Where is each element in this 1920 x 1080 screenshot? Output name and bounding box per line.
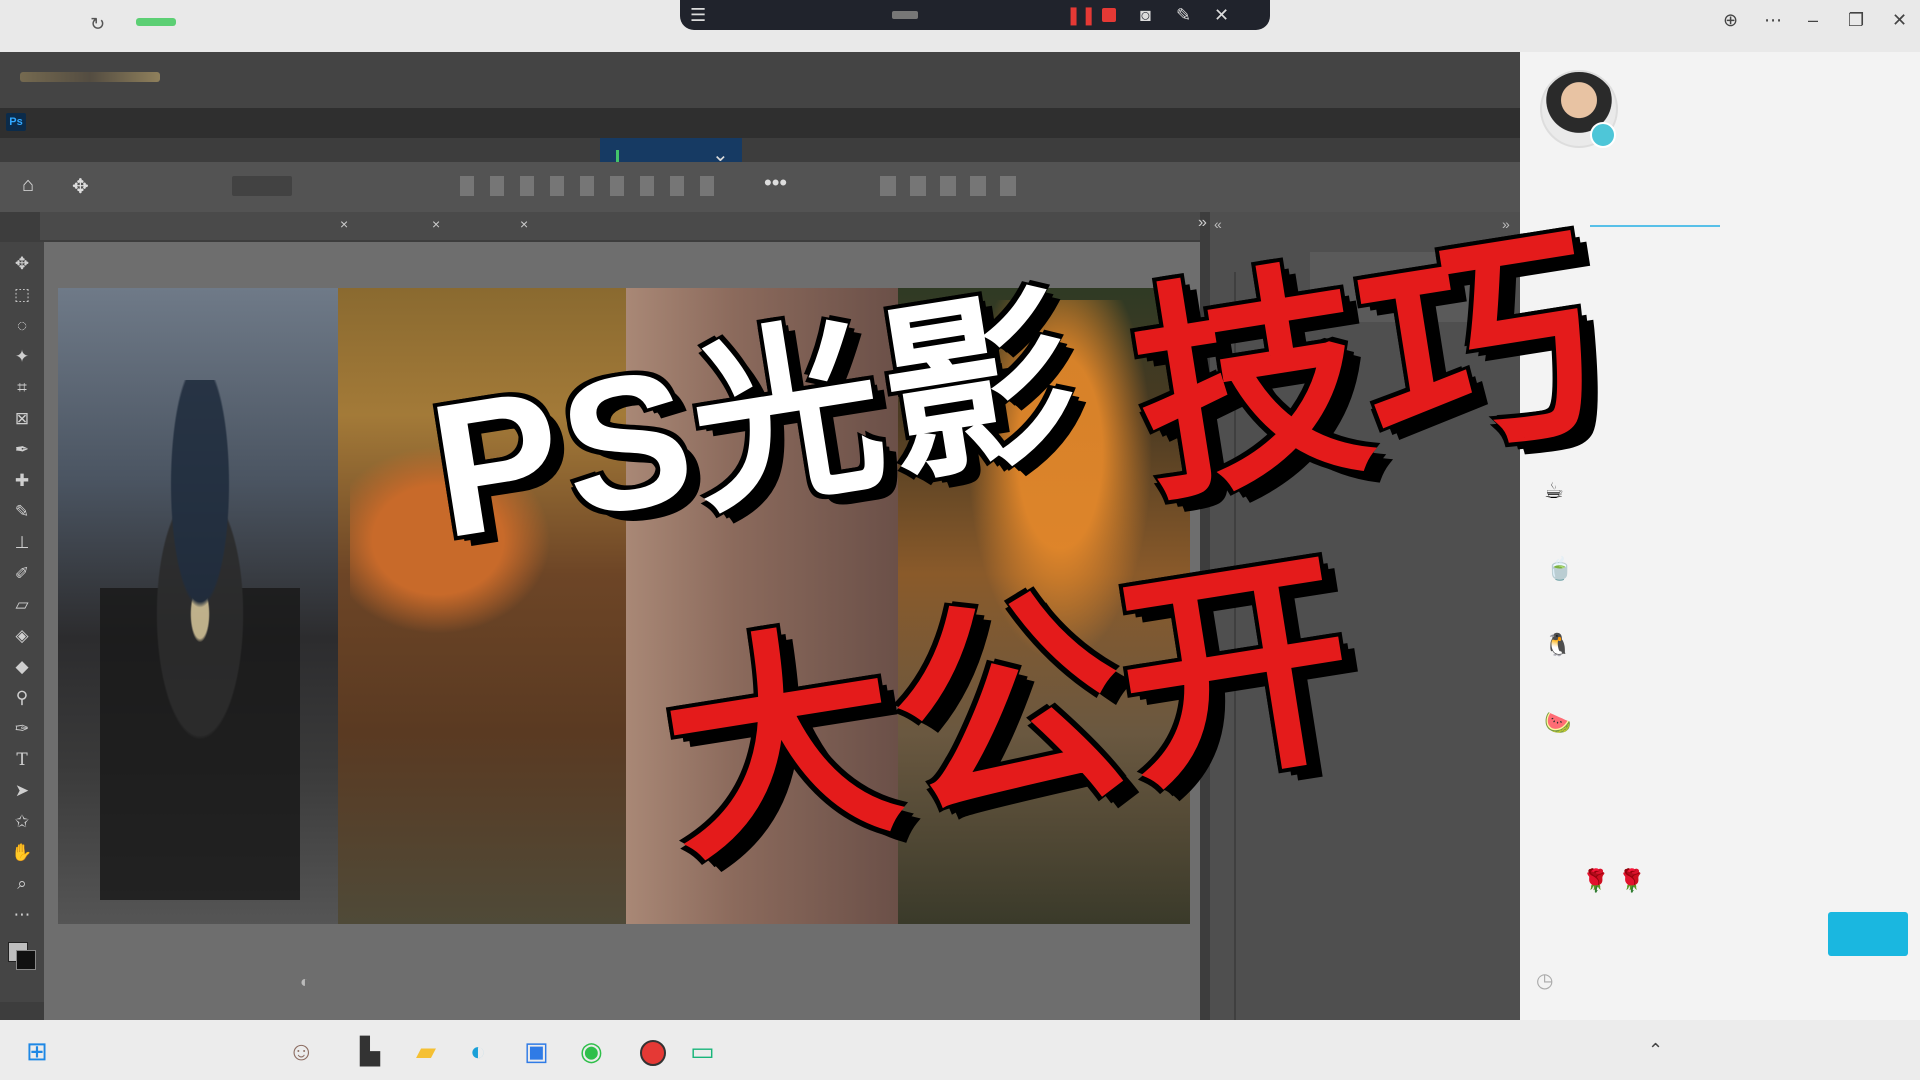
wechat-icon[interactable]: ◉ <box>580 1036 603 1066</box>
coffee-emoji-icon: ☕ <box>1544 478 1564 503</box>
tab-close-icon[interactable]: × <box>520 216 528 232</box>
rose-emoji-icon: 🌹 <box>1618 868 1646 893</box>
ps-options-bar: ⌂ ✥ ••• <box>0 162 1520 212</box>
tray-chevron-up-icon[interactable]: ⌃ <box>1648 1040 1663 1061</box>
pen-icon[interactable]: ✎ <box>1176 0 1191 30</box>
restore-icon[interactable]: ❐ <box>1848 10 1864 31</box>
recording-thumbnail <box>892 11 918 19</box>
chat-panel <box>1520 52 1920 1020</box>
ps-app-badge: Ps <box>6 113 26 131</box>
stop-icon[interactable] <box>1102 8 1116 22</box>
type-tool-icon[interactable]: T <box>8 748 36 772</box>
marquee-tool-icon[interactable]: ⬚ <box>8 283 36 307</box>
collapse-panel-icon[interactable]: » <box>1198 214 1207 232</box>
tab-close-icon[interactable]: × <box>432 216 440 232</box>
blur-tool-icon[interactable]: ◆ <box>8 655 36 679</box>
pen-tool-icon[interactable]: ✑ <box>8 717 36 741</box>
frame-tool-icon[interactable]: ⊠ <box>8 407 36 431</box>
ps-title-bar <box>0 52 1520 108</box>
panel-collapse-icon[interactable]: « <box>1214 216 1222 232</box>
ps-menu-bar: Ps <box>0 108 1520 138</box>
align-tools-icon[interactable] <box>460 176 730 196</box>
ps-toolbar: ✥ ⬚ ◌ ✦ ⌗ ⊠ ✒ ✚ ✎ ⊥ ✐ ▱ ◈ ◆ ⚲ ✑ T ➤ ✩ ✋ … <box>0 242 44 1002</box>
terminal-icon[interactable]: ▙ <box>360 1036 380 1066</box>
healing-brush-icon[interactable]: ✚ <box>8 469 36 493</box>
more-options-icon[interactable]: ⋯ <box>1764 10 1782 31</box>
eraser-icon[interactable]: ▱ <box>8 593 36 617</box>
window-close-icon[interactable]: ✕ <box>1892 10 1907 31</box>
screen-share-icon[interactable]: ▭ <box>690 1036 715 1066</box>
user-app-icon[interactable]: ☺ <box>288 1036 315 1066</box>
move-tool-icon[interactable]: ✥ <box>8 252 36 276</box>
minimize-icon[interactable]: – <box>1808 10 1818 31</box>
more-options-dots-icon[interactable]: ••• <box>764 170 787 196</box>
camera-icon[interactable]: ◙ <box>1140 0 1151 30</box>
windows-start-icon[interactable]: ⊞ <box>26 1036 48 1066</box>
close-icon[interactable]: ✕ <box>1214 0 1229 30</box>
move-tool-option-icon[interactable]: ✥ <box>72 174 89 199</box>
quick-select-icon[interactable]: ✦ <box>8 345 36 369</box>
globe-icon[interactable]: ⊕ <box>1723 10 1738 31</box>
auto-select-dropdown[interactable] <box>232 176 292 196</box>
chat-highlight-line <box>1590 225 1720 227</box>
watermelon-emoji-icon: 🍉 <box>1544 710 1572 735</box>
scroll-handle-icon[interactable]: ◐ <box>300 974 310 992</box>
pause-icon[interactable]: ❚❚ <box>1066 0 1096 30</box>
eyedropper-icon[interactable]: ✒ <box>8 438 36 462</box>
rose-emoji-icon: 🌹 <box>1582 868 1610 893</box>
3d-mode-icons[interactable] <box>880 176 1030 196</box>
hand-tool-icon[interactable]: ✋ <box>8 841 36 865</box>
dodge-tool-icon[interactable]: ⚲ <box>8 686 36 710</box>
path-select-icon[interactable]: ➤ <box>8 779 36 803</box>
history-brush-icon[interactable]: ✐ <box>8 562 36 586</box>
refresh-icon[interactable]: ↻ <box>90 14 105 35</box>
edge-browser-icon[interactable]: ◐ <box>470 1036 486 1066</box>
recording-control-bar: ☰ ❚❚ ◙ ✎ ✕ <box>680 0 1270 30</box>
shape-tool-icon[interactable]: ✩ <box>8 810 36 834</box>
zoom-tool-icon[interactable]: ⌕ <box>8 872 36 896</box>
avatar-status-badge <box>1590 122 1616 148</box>
crop-tool-icon[interactable]: ⌗ <box>8 376 36 400</box>
penguin-emoji-icon: 🐧 <box>1544 632 1572 657</box>
ps-window-title-thumbnail <box>20 72 160 82</box>
signal-indicator-icon <box>136 18 176 26</box>
background-color-swatch[interactable] <box>16 950 36 970</box>
record-icon[interactable] <box>640 1040 666 1066</box>
more-tools-icon[interactable]: ⋯ <box>8 903 36 927</box>
brush-tool-icon[interactable]: ✎ <box>8 500 36 524</box>
clock-icon[interactable]: ◷ <box>1536 968 1553 993</box>
paint-bucket-icon[interactable]: ◈ <box>8 624 36 648</box>
home-icon[interactable]: ⌂ <box>22 174 34 197</box>
motorcycle-rider-shape <box>100 380 300 900</box>
file-explorer-icon[interactable]: ▰ <box>416 1036 436 1066</box>
tea-emoji-icon: 🍵 <box>1546 556 1574 581</box>
lasso-tool-icon[interactable]: ◌ <box>8 314 36 338</box>
ps-document-tabs: × × × » <box>40 212 1207 240</box>
meeting-app-icon[interactable]: ▣ <box>524 1036 549 1066</box>
menu-icon[interactable]: ☰ <box>690 0 706 30</box>
send-button[interactable] <box>1828 912 1908 956</box>
stamp-tool-icon[interactable]: ⊥ <box>8 531 36 555</box>
tab-close-icon[interactable]: × <box>340 216 348 232</box>
